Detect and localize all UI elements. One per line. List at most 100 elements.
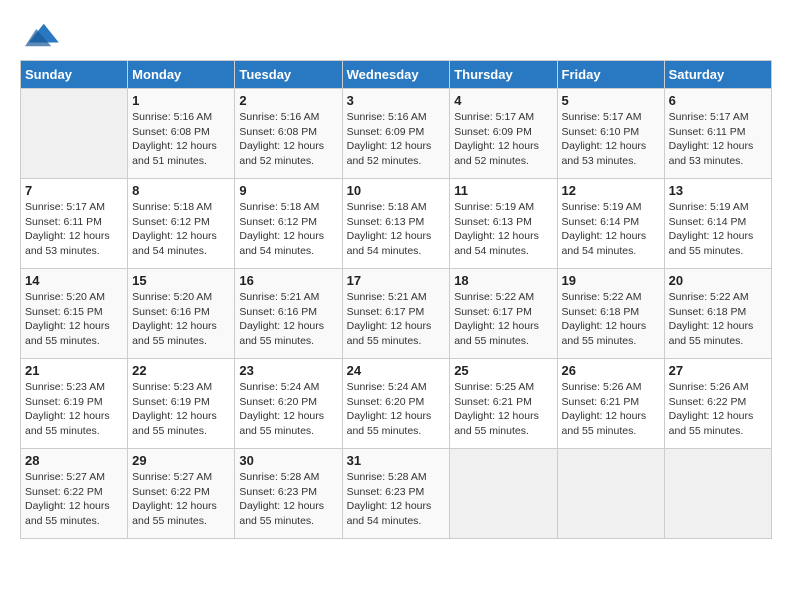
calendar-cell: 26 Sunrise: 5:26 AM Sunset: 6:21 PM Dayli… (557, 359, 664, 449)
calendar-cell (557, 449, 664, 539)
day-info: Sunrise: 5:23 AM Sunset: 6:19 PM Dayligh… (132, 380, 230, 439)
day-info: Sunrise: 5:22 AM Sunset: 6:18 PM Dayligh… (562, 290, 660, 349)
calendar-cell: 29 Sunrise: 5:27 AM Sunset: 6:22 PM Dayli… (128, 449, 235, 539)
calendar-cell: 30Sunrise: 5:28 AM Sunset: 6:23 PM Dayli… (235, 449, 342, 539)
day-info: Sunrise: 5:20 AM Sunset: 6:16 PM Dayligh… (132, 290, 230, 349)
col-friday: Friday (557, 61, 664, 89)
day-info: Sunrise: 5:21 AM Sunset: 6:16 PM Dayligh… (239, 290, 337, 349)
calendar-cell: 31Sunrise: 5:28 AM Sunset: 6:23 PM Dayli… (342, 449, 450, 539)
week-row-5: 28 Sunrise: 5:27 AM Sunset: 6:22 PM Dayli… (21, 449, 772, 539)
week-row-2: 7 Sunrise: 5:17 AM Sunset: 6:11 PM Daylig… (21, 179, 772, 269)
day-number: 11 (454, 183, 552, 198)
day-info: Sunrise: 5:22 AM Sunset: 6:17 PM Dayligh… (454, 290, 552, 349)
col-saturday: Saturday (664, 61, 771, 89)
col-monday: Monday (128, 61, 235, 89)
day-number: 27 (669, 363, 767, 378)
day-info: Sunrise: 5:27 AM Sunset: 6:22 PM Dayligh… (132, 470, 230, 529)
day-info: Sunrise: 5:17 AM Sunset: 6:09 PM Dayligh… (454, 110, 552, 169)
logo-icon (20, 20, 60, 50)
day-number: 9 (239, 183, 337, 198)
calendar-cell: 19 Sunrise: 5:22 AM Sunset: 6:18 PM Dayli… (557, 269, 664, 359)
col-tuesday: Tuesday (235, 61, 342, 89)
day-number: 19 (562, 273, 660, 288)
calendar-cell: 2 Sunrise: 5:16 AM Sunset: 6:08 PM Daylig… (235, 89, 342, 179)
page-header (20, 20, 772, 50)
day-number: 25 (454, 363, 552, 378)
week-row-4: 21 Sunrise: 5:23 AM Sunset: 6:19 PM Dayli… (21, 359, 772, 449)
calendar-cell (450, 449, 557, 539)
day-info: Sunrise: 5:21 AM Sunset: 6:17 PM Dayligh… (347, 290, 446, 349)
col-wednesday: Wednesday (342, 61, 450, 89)
calendar-cell: 8 Sunrise: 5:18 AM Sunset: 6:12 PM Daylig… (128, 179, 235, 269)
day-info: Sunrise: 5:19 AM Sunset: 6:13 PM Dayligh… (454, 200, 552, 259)
day-number: 28 (25, 453, 123, 468)
day-number: 16 (239, 273, 337, 288)
calendar-header-row: Sunday Monday Tuesday Wednesday Thursday… (21, 61, 772, 89)
calendar-cell: 22Sunrise: 5:23 AM Sunset: 6:19 PM Dayli… (128, 359, 235, 449)
day-number: 10 (347, 183, 446, 198)
day-number: 18 (454, 273, 552, 288)
day-number: 17 (347, 273, 446, 288)
calendar-cell: 15 Sunrise: 5:20 AM Sunset: 6:16 PM Dayli… (128, 269, 235, 359)
calendar-cell: 13Sunrise: 5:19 AM Sunset: 6:14 PM Dayli… (664, 179, 771, 269)
day-info: Sunrise: 5:16 AM Sunset: 6:08 PM Dayligh… (239, 110, 337, 169)
day-number: 12 (562, 183, 660, 198)
day-number: 23 (239, 363, 337, 378)
col-sunday: Sunday (21, 61, 128, 89)
day-number: 7 (25, 183, 123, 198)
calendar-cell (664, 449, 771, 539)
day-number: 20 (669, 273, 767, 288)
day-info: Sunrise: 5:18 AM Sunset: 6:12 PM Dayligh… (132, 200, 230, 259)
calendar-cell: 11 Sunrise: 5:19 AM Sunset: 6:13 PM Dayli… (450, 179, 557, 269)
day-number: 24 (347, 363, 446, 378)
calendar-cell: 28 Sunrise: 5:27 AM Sunset: 6:22 PM Dayli… (21, 449, 128, 539)
day-info: Sunrise: 5:24 AM Sunset: 6:20 PM Dayligh… (347, 380, 446, 439)
day-info: Sunrise: 5:19 AM Sunset: 6:14 PM Dayligh… (562, 200, 660, 259)
day-info: Sunrise: 5:28 AM Sunset: 6:23 PM Dayligh… (347, 470, 446, 529)
calendar-cell: 18 Sunrise: 5:22 AM Sunset: 6:17 PM Dayli… (450, 269, 557, 359)
day-info: Sunrise: 5:19 AM Sunset: 6:14 PM Dayligh… (669, 200, 767, 259)
calendar-cell: 16 Sunrise: 5:21 AM Sunset: 6:16 PM Dayli… (235, 269, 342, 359)
day-number: 15 (132, 273, 230, 288)
calendar-cell: 7 Sunrise: 5:17 AM Sunset: 6:11 PM Daylig… (21, 179, 128, 269)
day-number: 1 (132, 93, 230, 108)
day-info: Sunrise: 5:26 AM Sunset: 6:21 PM Dayligh… (562, 380, 660, 439)
calendar-cell: 3Sunrise: 5:16 AM Sunset: 6:09 PM Daylig… (342, 89, 450, 179)
day-number: 6 (669, 93, 767, 108)
day-info: Sunrise: 5:18 AM Sunset: 6:13 PM Dayligh… (347, 200, 446, 259)
day-info: Sunrise: 5:17 AM Sunset: 6:11 PM Dayligh… (669, 110, 767, 169)
day-info: Sunrise: 5:24 AM Sunset: 6:20 PM Dayligh… (239, 380, 337, 439)
week-row-1: 1 Sunrise: 5:16 AM Sunset: 6:08 PM Daylig… (21, 89, 772, 179)
col-thursday: Thursday (450, 61, 557, 89)
day-info: Sunrise: 5:28 AM Sunset: 6:23 PM Dayligh… (239, 470, 337, 529)
calendar-cell: 6 Sunrise: 5:17 AM Sunset: 6:11 PM Daylig… (664, 89, 771, 179)
day-info: Sunrise: 5:23 AM Sunset: 6:19 PM Dayligh… (25, 380, 123, 439)
day-info: Sunrise: 5:26 AM Sunset: 6:22 PM Dayligh… (669, 380, 767, 439)
day-info: Sunrise: 5:17 AM Sunset: 6:11 PM Dayligh… (25, 200, 123, 259)
day-number: 8 (132, 183, 230, 198)
calendar-cell: 25Sunrise: 5:25 AM Sunset: 6:21 PM Dayli… (450, 359, 557, 449)
calendar-cell: 23 Sunrise: 5:24 AM Sunset: 6:20 PM Dayli… (235, 359, 342, 449)
calendar-cell: 14 Sunrise: 5:20 AM Sunset: 6:15 PM Dayli… (21, 269, 128, 359)
day-info: Sunrise: 5:20 AM Sunset: 6:15 PM Dayligh… (25, 290, 123, 349)
logo (20, 20, 64, 50)
calendar-cell: 4 Sunrise: 5:17 AM Sunset: 6:09 PM Daylig… (450, 89, 557, 179)
calendar-cell: 1Sunrise: 5:16 AM Sunset: 6:08 PM Daylig… (128, 89, 235, 179)
day-number: 2 (239, 93, 337, 108)
day-number: 21 (25, 363, 123, 378)
calendar-cell: 20 Sunrise: 5:22 AM Sunset: 6:18 PM Dayli… (664, 269, 771, 359)
day-number: 3 (347, 93, 446, 108)
day-number: 14 (25, 273, 123, 288)
day-info: Sunrise: 5:17 AM Sunset: 6:10 PM Dayligh… (562, 110, 660, 169)
day-number: 5 (562, 93, 660, 108)
calendar-cell: 21 Sunrise: 5:23 AM Sunset: 6:19 PM Dayli… (21, 359, 128, 449)
calendar-cell: 17 Sunrise: 5:21 AM Sunset: 6:17 PM Dayli… (342, 269, 450, 359)
calendar-cell (21, 89, 128, 179)
day-number: 29 (132, 453, 230, 468)
calendar-cell: 10 Sunrise: 5:18 AM Sunset: 6:13 PM Dayli… (342, 179, 450, 269)
day-info: Sunrise: 5:22 AM Sunset: 6:18 PM Dayligh… (669, 290, 767, 349)
day-info: Sunrise: 5:27 AM Sunset: 6:22 PM Dayligh… (25, 470, 123, 529)
calendar-cell: 9Sunrise: 5:18 AM Sunset: 6:12 PM Daylig… (235, 179, 342, 269)
day-number: 26 (562, 363, 660, 378)
day-number: 4 (454, 93, 552, 108)
